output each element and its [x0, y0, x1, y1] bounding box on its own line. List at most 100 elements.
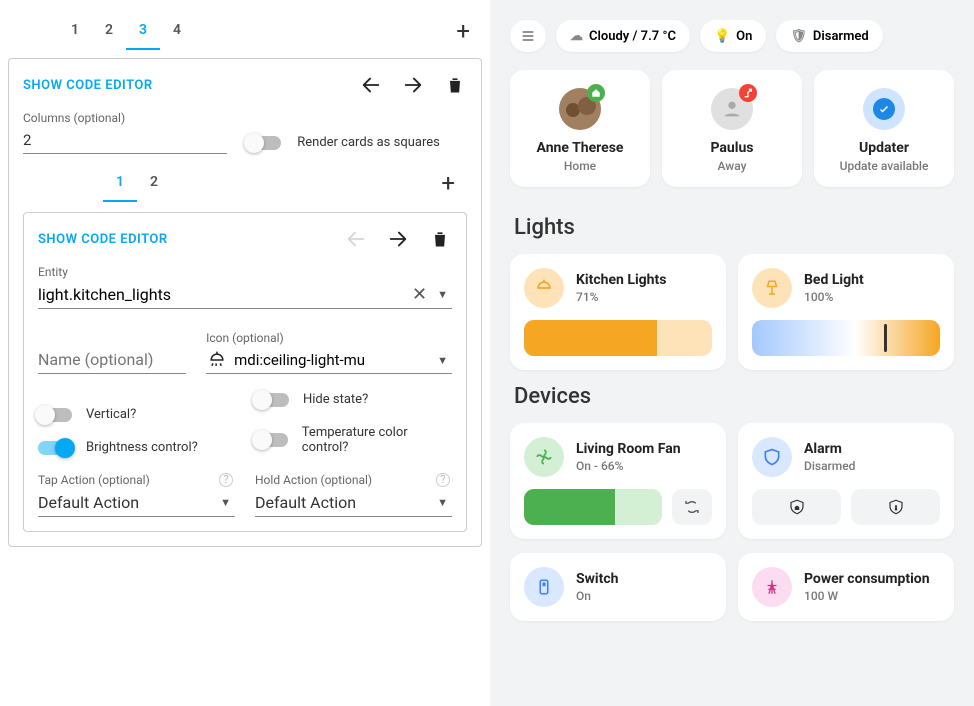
light-tile-bed[interactable]: Bed Light100% [738, 254, 954, 370]
dropdown-caret-icon[interactable]: ▼ [216, 496, 235, 509]
tile-sub: 71% [576, 290, 666, 304]
lightbulb-icon: 💡 [714, 29, 730, 44]
hold-action-label: Hold Action (optional) [255, 473, 452, 487]
columns-input[interactable] [23, 127, 227, 154]
icon-input[interactable] [234, 347, 433, 373]
person-state: Away [672, 159, 792, 173]
dropdown-caret-icon[interactable]: ▼ [433, 288, 452, 301]
trash-icon[interactable] [443, 73, 467, 97]
person-state: Home [520, 159, 640, 173]
updater-card[interactable]: Updater Update available [814, 70, 954, 187]
card-editor-outer: SHOW CODE EDITOR Columns (optional) Rend… [8, 58, 482, 547]
tile-title: Switch [576, 571, 618, 587]
render-squares-toggle[interactable] [247, 136, 281, 150]
light-tile-kitchen[interactable]: Kitchen Lights 71% [510, 254, 726, 370]
power-tile[interactable]: Power consumption 100 W [738, 553, 954, 621]
hide-state-label: Hide state? [303, 392, 368, 407]
light-chip-text: On [736, 29, 752, 44]
menu-chip[interactable] [510, 20, 546, 52]
trash-icon[interactable] [428, 227, 452, 251]
tap-action-select[interactable] [38, 489, 216, 516]
add-tab-icon[interactable]: + [452, 13, 474, 49]
dashboard-preview: ☁ Cloudy / 7.7 °C 💡 On 🛡 Disarmed Anne Ther… [490, 0, 974, 706]
tile-sub: 100 W [804, 589, 930, 603]
lights-header: Lights [514, 215, 954, 240]
person-card[interactable]: Anne Therese Home [510, 70, 650, 187]
weather-text: Cloudy / 7.7 °C [589, 29, 676, 44]
fan-icon [524, 437, 564, 477]
home-badge-icon [587, 84, 605, 102]
away-badge-icon [739, 84, 757, 102]
alarm-chip[interactable]: 🛡 Disarmed [776, 20, 882, 52]
arm-home-button[interactable] [752, 489, 841, 525]
icon-label: Icon (optional) [206, 331, 452, 345]
tile-sub: 100% [804, 290, 864, 304]
dropdown-caret-icon[interactable]: ▼ [433, 496, 452, 509]
weather-chip[interactable]: ☁ Cloudy / 7.7 °C [556, 20, 690, 52]
dropdown-caret-icon[interactable]: ▼ [433, 354, 452, 367]
tile-title: Living Room Fan [576, 441, 681, 457]
color-temp-slider[interactable] [752, 320, 940, 356]
updater-state: Update available [824, 159, 944, 173]
render-squares-label: Render cards as squares [297, 135, 440, 150]
inner-tab-2[interactable]: 2 [137, 164, 171, 202]
brightness-label: Brightness control? [86, 440, 198, 455]
alarm-tile[interactable]: Alarm Disarmed [738, 423, 954, 539]
brightness-slider[interactable] [524, 320, 712, 356]
tab-1[interactable]: 1 [58, 12, 92, 50]
tile-title: Alarm [804, 441, 855, 457]
brightness-toggle[interactable] [38, 441, 72, 455]
transmission-tower-icon [752, 567, 792, 607]
hide-state-toggle[interactable] [255, 393, 289, 407]
outer-tabs: 1 2 3 4 + [8, 12, 482, 50]
tab-4[interactable]: 4 [160, 12, 194, 50]
switch-tile[interactable]: Switch On [510, 553, 726, 621]
switch-icon [524, 567, 564, 607]
vertical-toggle[interactable] [38, 408, 72, 422]
avatar [559, 88, 601, 130]
arrow-left-icon [344, 227, 368, 251]
cloud-icon: ☁ [570, 29, 583, 44]
lamp-icon [752, 268, 792, 308]
arrow-right-icon[interactable] [401, 73, 425, 97]
tile-sub: On [576, 589, 618, 603]
oscillate-button[interactable] [672, 489, 712, 525]
alarm-chip-text: Disarmed [813, 29, 869, 44]
inner-tab-1[interactable]: 1 [103, 164, 137, 202]
entity-label: Entity [38, 265, 452, 279]
avatar [711, 88, 753, 130]
updater-name: Updater [824, 140, 944, 156]
person-name: Paulus [672, 140, 792, 156]
help-icon[interactable]: ? [219, 473, 233, 487]
fan-slider[interactable] [524, 489, 662, 525]
arm-away-button[interactable] [851, 489, 940, 525]
tap-action-label: Tap Action (optional) [38, 473, 235, 487]
shield-icon: 🛡 [790, 29, 807, 44]
tab-3[interactable]: 3 [126, 12, 160, 50]
light-chip[interactable]: 💡 On [700, 20, 766, 52]
clear-icon[interactable]: ✕ [406, 284, 433, 305]
name-input[interactable] [38, 346, 186, 374]
arrow-left-icon[interactable] [359, 73, 383, 97]
avatar [863, 88, 905, 130]
hold-action-select[interactable] [255, 489, 433, 516]
add-inner-tab-icon[interactable]: + [437, 165, 459, 201]
tab-2[interactable]: 2 [92, 12, 126, 50]
tile-sub: On - 66% [576, 459, 681, 473]
vertical-label: Vertical? [86, 407, 136, 422]
devices-header: Devices [514, 384, 954, 409]
card-editor-inner: SHOW CODE EDITOR Entity ✕ ▼ Icon (option [23, 212, 467, 532]
person-name: Anne Therese [520, 140, 640, 156]
ceiling-light-icon [206, 349, 228, 371]
entity-input[interactable] [38, 281, 406, 308]
help-icon[interactable]: ? [436, 473, 450, 487]
color-temp-toggle[interactable] [255, 433, 288, 447]
show-code-editor-inner-button[interactable]: SHOW CODE EDITOR [38, 232, 168, 247]
tile-title: Kitchen Lights [576, 272, 666, 288]
tile-sub: Disarmed [804, 459, 855, 473]
show-code-editor-button[interactable]: SHOW CODE EDITOR [23, 78, 153, 93]
tile-title: Power consumption [804, 571, 930, 587]
arrow-right-icon[interactable] [386, 227, 410, 251]
person-card[interactable]: Paulus Away [662, 70, 802, 187]
fan-tile[interactable]: Living Room Fan On - 66% [510, 423, 726, 539]
